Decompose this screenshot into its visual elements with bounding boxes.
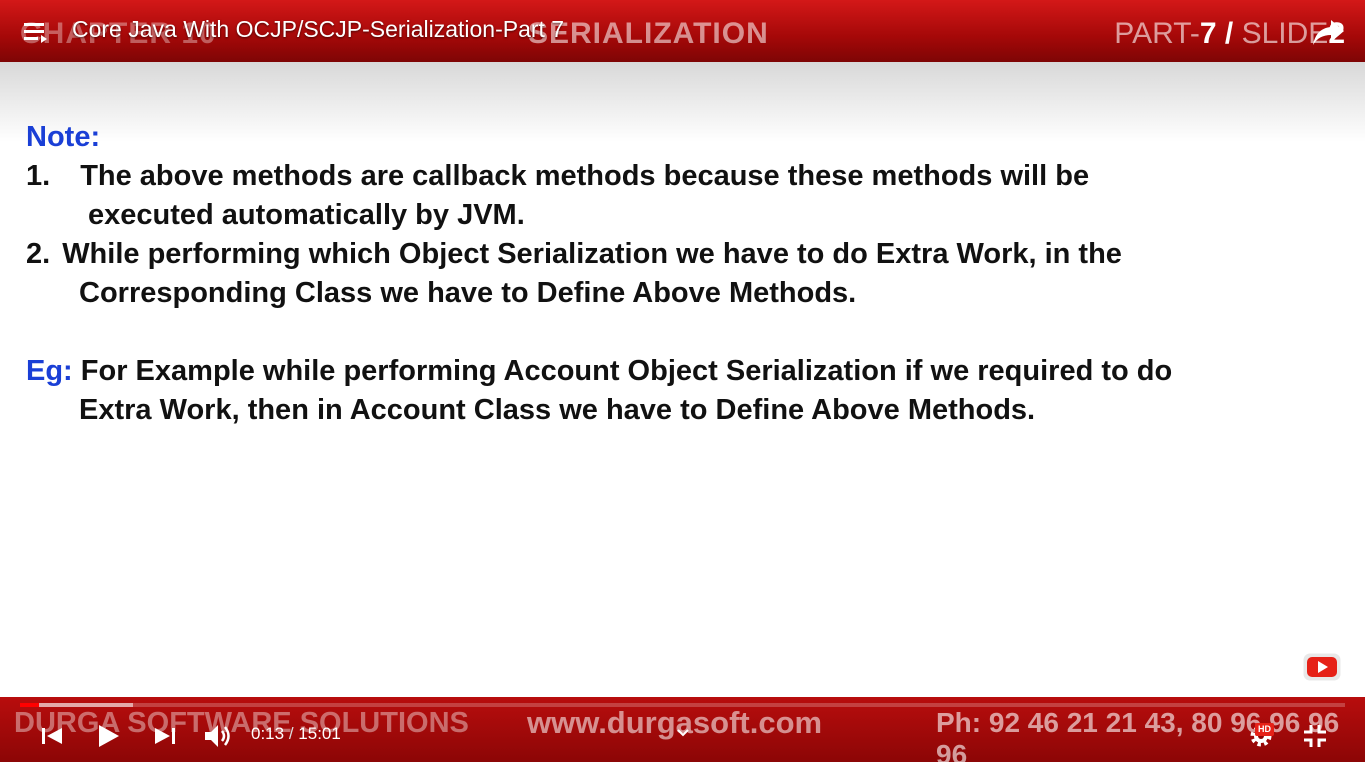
item-text: The above methods are callback methods b… xyxy=(80,160,1090,192)
player-controls: 0:13 / 15:01 HD xyxy=(0,712,1365,758)
note-label: Note: xyxy=(26,121,101,153)
subscribe-label[interactable]: Subscribe xyxy=(1296,682,1348,691)
example-line: Eg: For Example while performing Account… xyxy=(26,352,1346,391)
duration: 15:01 xyxy=(298,724,341,743)
slide-content: Note: 1. The above methods are callback m… xyxy=(26,118,1346,430)
example-label: Eg: xyxy=(26,355,73,387)
note-item-2-continuation: Corresponding Class we have to Define Ab… xyxy=(79,277,857,309)
player-top-bar: Core Java With OCJP/SCJP-Serialization-P… xyxy=(0,0,1365,62)
previous-icon[interactable] xyxy=(36,720,68,752)
hd-badge: HD xyxy=(1255,723,1274,736)
current-time: 0:13 xyxy=(251,724,285,743)
video-player[interactable]: CHAPTER 10 SERIALIZATION PART-7 / SLIDE2… xyxy=(0,0,1365,762)
exit-fullscreen-icon[interactable] xyxy=(1299,720,1331,752)
video-title[interactable]: Core Java With OCJP/SCJP-Serialization-P… xyxy=(72,16,564,43)
chevron-down-icon[interactable] xyxy=(674,724,692,742)
play-icon[interactable] xyxy=(91,720,123,752)
time-separator: / xyxy=(288,724,294,743)
next-icon[interactable] xyxy=(149,720,181,752)
note-item-1: 1. The above methods are callback methods… xyxy=(26,157,1346,196)
example-continuation: Extra Work, then in Account Class we hav… xyxy=(79,394,1036,426)
time-display: 0:13 / 15:01 xyxy=(251,724,341,744)
example-text: For Example while performing Account Obj… xyxy=(80,355,1173,387)
youtube-subscribe-icon[interactable] xyxy=(1302,652,1342,682)
progress-played xyxy=(20,703,39,707)
menu-icon[interactable] xyxy=(22,18,50,46)
item-number: 2. xyxy=(26,238,51,270)
note-item-2: 2. While performing which Object Serializ… xyxy=(26,235,1346,274)
progress-bar[interactable] xyxy=(20,703,1345,707)
item-number: 1. xyxy=(26,160,51,192)
share-icon[interactable] xyxy=(1311,14,1347,50)
volume-icon[interactable] xyxy=(202,720,234,752)
item-text: While performing which Object Serializat… xyxy=(62,238,1122,270)
note-item-1-continuation: executed automatically by JVM. xyxy=(88,199,525,231)
